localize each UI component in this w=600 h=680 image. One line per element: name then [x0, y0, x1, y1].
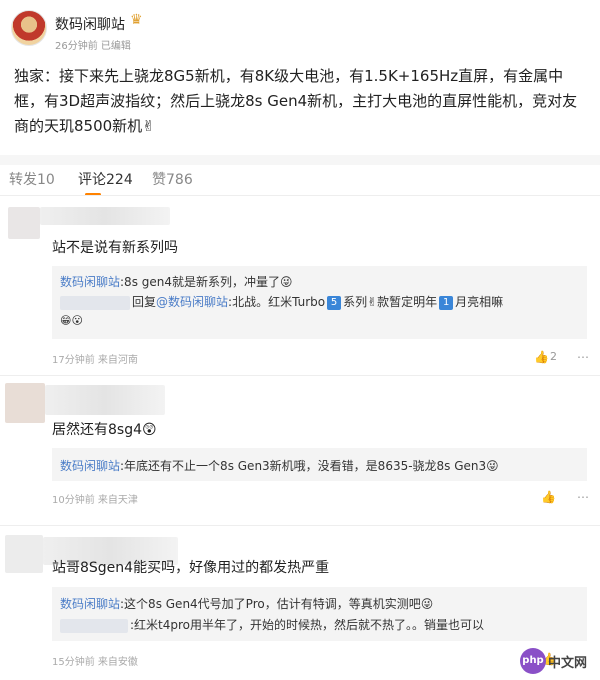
tab-repost[interactable]: 转发10 — [9, 169, 55, 189]
thumbs-up-icon[interactable]: 👍 — [541, 490, 556, 504]
comment-item: 站哥8Sgen4能买吗，好像用过的都发热严重 数码闲聊站:这个8s Gen4代号… — [0, 525, 600, 680]
reply-box[interactable]: 数码闲聊站:这个8s Gen4代号加了Pro，估计有特调，等真机实测吧😜 :红米… — [52, 587, 587, 641]
comment-time: 15分钟前 — [52, 657, 95, 668]
thumbs-up-icon[interactable]: 👍 — [534, 350, 549, 364]
comment-meta: 15分钟前 来自安徽 — [52, 653, 138, 668]
tab-comment[interactable]: 评论224 — [78, 169, 133, 189]
post-meta: 26分钟前 已编辑 — [55, 37, 131, 52]
like-count: 2 — [550, 350, 557, 363]
more-icon[interactable]: ⋯ — [576, 350, 590, 364]
divider — [0, 155, 600, 165]
comment-username-blurred[interactable] — [40, 207, 170, 225]
reply-text: :年底还有不止一个8s Gen3新机哦，没看错，是8635-骁龙8s Gen3😜 — [120, 459, 499, 473]
number-badge: 5 — [327, 295, 342, 310]
reply-line: 数码闲聊站:8s gen4就是新系列，冲量了😜 — [60, 273, 293, 290]
comment-meta: 17分钟前 来自河南 — [52, 351, 138, 366]
reply-username-blurred[interactable] — [60, 618, 128, 633]
reply-box[interactable]: 数码闲聊站:8s gen4就是新系列，冲量了😜 回复@数码闲聊站:北战。红米Tu… — [52, 266, 587, 339]
comment-username-blurred[interactable] — [45, 385, 165, 415]
watermark-logo: php — [520, 648, 546, 674]
post-text: 独家：接下来先上骁龙8G5新机，有8K级大电池，有1.5K+165Hz直屏，有金… — [14, 67, 578, 135]
comment-location: 来自天津 — [97, 495, 138, 506]
number-badge: 1 — [439, 295, 454, 310]
reply-line: 数码闲聊站:这个8s Gen4代号加了Pro，估计有特调，等真机实测吧😜 — [60, 595, 433, 612]
comment-item: 站不是说有新系列吗 数码闲聊站:8s gen4就是新系列，冲量了😜 回复@数码闲… — [0, 195, 600, 375]
reply-line: 回复@数码闲聊站:北战。红米Turbo 5 系列✌款暂定明年 1 月亮相嘛 — [60, 293, 503, 310]
comment-text: 站不是说有新系列吗 — [52, 240, 178, 256]
comment-avatar[interactable] — [5, 535, 43, 573]
tab-bar: 转发10 评论224 赞786 — [0, 165, 600, 196]
comment-avatar[interactable] — [8, 207, 40, 239]
reply-username-blurred[interactable] — [60, 295, 130, 310]
comment-location: 来自河南 — [97, 355, 138, 366]
crown-icon: ♛ — [130, 12, 143, 28]
post-time: 26分钟前 — [55, 41, 98, 52]
comment-item: 居然还有8sg4😲 数码闲聊站:年底还有不止一个8s Gen3新机哦，没看错，是… — [0, 375, 600, 525]
reply-prefix: 回复 — [132, 295, 157, 309]
reply-user[interactable]: 数码闲聊站 — [60, 275, 120, 289]
comment-time: 10分钟前 — [52, 495, 95, 506]
reply-user[interactable]: 数码闲聊站 — [60, 459, 120, 473]
reply-text: 月亮相嘛 — [455, 295, 504, 309]
more-icon[interactable]: ⋯ — [576, 490, 590, 504]
reply-text: :这个8s Gen4代号加了Pro，估计有特调，等真机实测吧😜 — [120, 597, 434, 611]
watermark-text: 中文网 — [548, 656, 588, 671]
reply-user[interactable]: 数码闲聊站 — [60, 597, 120, 611]
post-edited: 已编辑 — [100, 41, 131, 52]
comment-meta: 10分钟前 来自天津 — [52, 491, 138, 506]
reply-text: :红米t4pro用半年了，开始的时候热，然后就不热了。。销量也可以 — [130, 618, 485, 632]
comment-text: 居然还有8sg4😲 — [52, 422, 157, 438]
reply-text: :8s gen4就是新系列，冲量了😜 — [120, 275, 293, 289]
weibo-post: 数码闲聊站 ♛ 26分钟前 已编辑 独家：接下来先上骁龙8G5新机，有8K级大电… — [0, 0, 600, 155]
tab-like[interactable]: 赞786 — [152, 169, 193, 189]
comment-location: 来自安徽 — [97, 657, 138, 668]
post-username[interactable]: 数码闲聊站 — [55, 14, 125, 34]
reply-line: :红米t4pro用半年了，开始的时候热，然后就不热了。。销量也可以 — [60, 616, 484, 633]
avatar[interactable] — [11, 10, 47, 46]
reply-mention[interactable]: @数码闲聊站 — [156, 295, 228, 309]
watermark: php 中文网 — [520, 646, 594, 676]
comment-avatar[interactable] — [5, 383, 45, 423]
reply-line: 数码闲聊站:年底还有不止一个8s Gen3新机哦，没看错，是8635-骁龙8s … — [60, 457, 499, 474]
reply-emoji: 😁😮 — [60, 314, 83, 327]
comment-time: 17分钟前 — [52, 355, 95, 366]
comment-text: 站哥8Sgen4能买吗，好像用过的都发热严重 — [52, 560, 330, 576]
reply-box[interactable]: 数码闲聊站:年底还有不止一个8s Gen3新机哦，没看错，是8635-骁龙8s … — [52, 448, 587, 481]
reply-text: 系列✌款暂定明年 — [343, 295, 438, 309]
reply-text: :北战。红米Turbo — [228, 295, 326, 309]
